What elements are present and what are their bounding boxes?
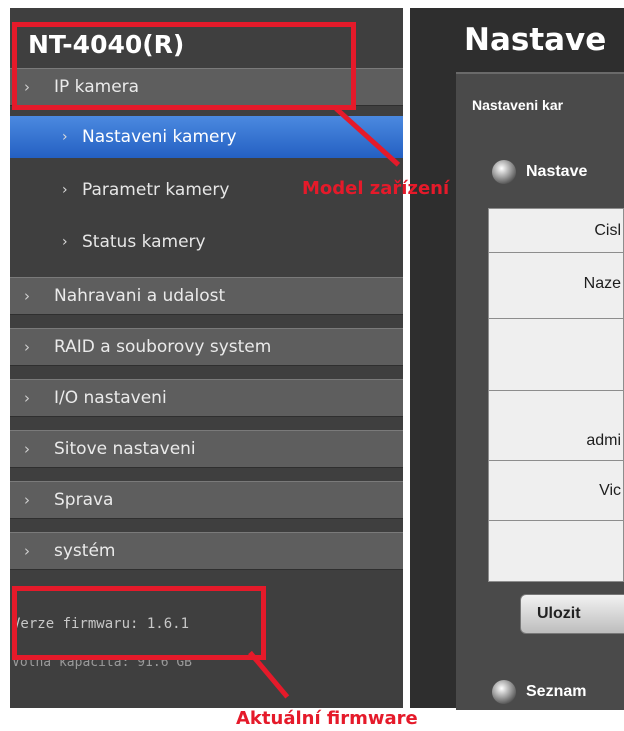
- table-row: Cisl: [489, 209, 624, 253]
- table-row: Vic: [489, 461, 624, 521]
- chevron-right-icon: ›: [62, 234, 68, 250]
- menu-item-raid[interactable]: › RAID a souborovy system: [10, 328, 403, 366]
- menu-item-label: Nahravani a udalost: [54, 286, 226, 306]
- chevron-right-icon: ›: [62, 182, 68, 198]
- annotation-label-firmware: Aktuální firmware: [236, 708, 418, 729]
- radio-orb-icon[interactable]: [492, 160, 516, 184]
- menu-item-label: Sitove nastaveni: [54, 439, 196, 459]
- radio-orb-icon[interactable]: [492, 680, 516, 704]
- annotation-box-firmware: [12, 586, 266, 660]
- chevron-right-icon: ›: [24, 338, 30, 356]
- chevron-right-icon: ›: [24, 389, 30, 407]
- menu-item-label: Sprava: [54, 490, 114, 510]
- chevron-right-icon: ›: [62, 129, 68, 145]
- menu-item-io[interactable]: › I/O nastaveni: [10, 379, 403, 417]
- chevron-right-icon: ›: [24, 542, 30, 560]
- submenu-item-label: Status kamery: [82, 232, 206, 252]
- settings-table: Cisl Naze admi Vic: [488, 208, 624, 582]
- menu-item-nahravani[interactable]: › Nahravani a udalost: [10, 277, 403, 315]
- menu-item-sitove[interactable]: › Sitove nastaveni: [10, 430, 403, 468]
- table-row: [489, 521, 624, 581]
- menu-item-sprava[interactable]: › Sprava: [10, 481, 403, 519]
- submenu-item-label: Nastaveni kamery: [82, 127, 237, 147]
- page-title: Nastave: [464, 22, 607, 58]
- menu-item-label: I/O nastaveni: [54, 388, 167, 408]
- annotation-box-model: [12, 22, 356, 110]
- chevron-right-icon: ›: [24, 287, 30, 305]
- submenu-item-nastaveni-kamery[interactable]: › Nastaveni kamery: [10, 116, 403, 158]
- menu-item-label: systém: [54, 541, 116, 561]
- submenu-item-label: Parametr kamery: [82, 180, 230, 200]
- table-row: Naze: [489, 253, 624, 319]
- submenu-item-status-kamery[interactable]: › Status kamery: [10, 216, 403, 268]
- table-row: admi: [489, 391, 624, 461]
- chevron-right-icon: ›: [24, 440, 30, 458]
- save-button[interactable]: Ulozit: [520, 594, 624, 634]
- chevron-right-icon: ›: [24, 491, 30, 509]
- menu-item-label: RAID a souborovy system: [54, 337, 272, 357]
- menu-item-system[interactable]: › systém: [10, 532, 403, 570]
- table-row: [489, 319, 624, 391]
- section-heading: Nastave: [526, 163, 588, 180]
- content-subtitle: Nastaveni kar: [472, 97, 564, 113]
- section-heading: Seznam: [526, 683, 587, 700]
- annotation-label-model: Model zařízení: [302, 178, 450, 199]
